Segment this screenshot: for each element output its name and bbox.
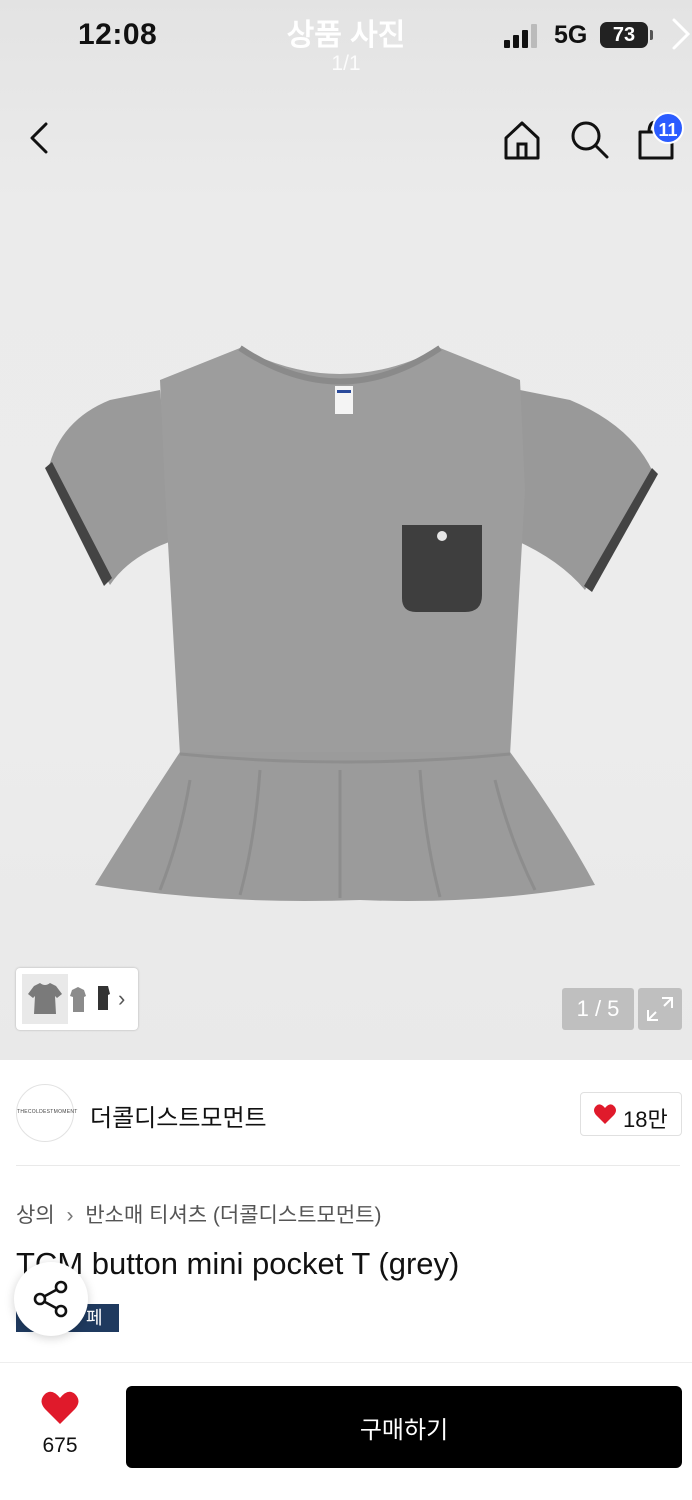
brand-name[interactable]: 더콜디스트모먼트 — [90, 1098, 267, 1133]
brand-like-button[interactable]: 18만 — [580, 1092, 682, 1136]
heart-icon — [594, 1104, 616, 1124]
viewer-next-icon[interactable] — [670, 14, 692, 54]
breadcrumb: 상의 › 반소매 티셔츠 (더콜디스트모먼트) — [16, 1199, 381, 1229]
brand-like-count: 18만 — [623, 1107, 668, 1132]
wishlist-count: 675 — [42, 1434, 78, 1457]
viewer-title: 상품 사진 — [286, 19, 406, 52]
expand-icon — [647, 997, 673, 1021]
thumbnail-2[interactable] — [68, 974, 94, 1024]
brand-logo-text: THECOLDESTMOMENT — [17, 1109, 78, 1115]
home-icon[interactable] — [500, 118, 544, 162]
breadcrumb-item-category[interactable]: 상의 — [16, 1204, 55, 1227]
breadcrumb-separator-icon: › — [66, 1204, 74, 1227]
expand-button[interactable] — [638, 988, 682, 1030]
thumbnail-1[interactable] — [22, 974, 68, 1024]
brand-logo[interactable]: THECOLDESTMOMENT — [16, 1084, 78, 1142]
share-button[interactable] — [14, 1262, 88, 1336]
share-icon — [33, 1280, 68, 1318]
thumbnails-more-icon[interactable]: › — [118, 986, 125, 1012]
image-counter: 1 / 5 — [562, 988, 634, 1030]
breadcrumb-item-subcategory[interactable]: 반소매 티셔츠 (더콜디스트모먼트) — [85, 1204, 381, 1227]
product-photo[interactable] — [40, 340, 660, 910]
viewer-page-indicator: 1/1 — [331, 52, 361, 75]
divider — [16, 1165, 680, 1166]
wishlist-heart-icon[interactable] — [40, 1390, 80, 1426]
back-icon[interactable] — [24, 118, 56, 158]
product-title: TCM button mini pocket T (grey) — [16, 1246, 460, 1281]
cart-badge: 11 — [652, 112, 684, 144]
buy-button[interactable]: 구매하기 — [126, 1386, 682, 1468]
search-icon[interactable] — [568, 118, 610, 160]
thumbnail-strip[interactable]: › — [16, 968, 138, 1030]
thumbnail-3[interactable] — [92, 974, 116, 1024]
product-image-viewer[interactable]: 12:08 5G 73 상품 사진 1/1 11 › 1 / 5 — [0, 0, 692, 1060]
